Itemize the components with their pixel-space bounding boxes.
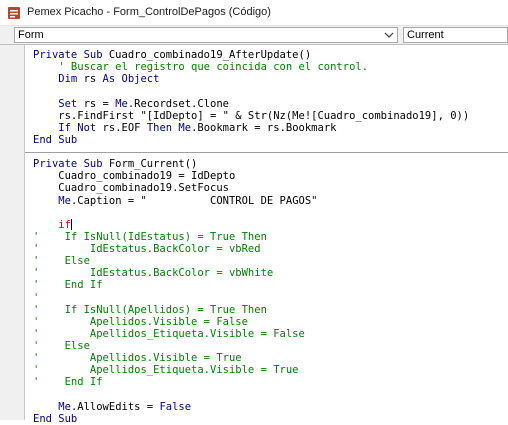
code-token: ' IdEstatus.BackColor = vbRed xyxy=(33,243,261,255)
code-line[interactable]: Cuadro_combinado19 = IdDepto xyxy=(33,170,503,182)
code-token: ' If IsNull(IdEstatus) = True Then xyxy=(33,230,267,243)
code-token: End Sub xyxy=(33,133,78,146)
code-line[interactable]: Private Sub Cuadro_combinado19_AfterUpda… xyxy=(33,49,503,61)
code-line[interactable]: Set rs = Me.Recordset.Clone xyxy=(33,98,503,110)
code-line[interactable]: End Sub xyxy=(33,413,503,425)
code-token: rs = xyxy=(83,97,116,110)
code-line[interactable]: ' Else xyxy=(33,255,503,267)
code-token: Dim xyxy=(33,73,84,86)
code-token: ' Else xyxy=(33,255,90,268)
code-line[interactable]: Me.Caption = " CONTROL DE PAGOS" xyxy=(33,195,503,207)
procedure-dropdown-value: Current xyxy=(407,29,444,41)
code-line[interactable]: ' IdEstatus.BackColor = vbRed xyxy=(33,243,503,255)
code-token: ' End If xyxy=(33,279,103,292)
code-token: Me xyxy=(33,194,71,207)
code-line[interactable]: ' Buscar el registro que coincida con el… xyxy=(33,61,503,73)
code-token: ' Apellidos.Visible = False xyxy=(33,315,248,328)
code-line[interactable]: ' End If xyxy=(33,279,503,291)
code-line[interactable]: ' If IsNull(IdEstatus) = True Then xyxy=(33,231,503,243)
code-token: ' xyxy=(33,291,40,304)
code-line[interactable] xyxy=(33,85,503,97)
code-token: Me xyxy=(33,400,71,413)
code-token: Private Sub xyxy=(33,49,109,61)
code-line[interactable] xyxy=(33,389,503,401)
code-line[interactable]: ' End If xyxy=(33,376,503,388)
code-token: Cuadro_combinado19.SetFocus xyxy=(33,182,229,195)
procedure-separator xyxy=(25,146,508,158)
code-line[interactable]: rs.FindFirst "[IdDepto] = " & Str(Nz(Me!… xyxy=(33,110,503,122)
code-token: Cuadro_combinado19_AfterUpdate() xyxy=(108,49,312,61)
code-token: End Sub xyxy=(33,412,78,425)
code-editor[interactable]: Private Sub Cuadro_combinado19_AfterUpda… xyxy=(0,45,508,425)
object-dropdown-value: Form xyxy=(18,29,44,41)
code-line[interactable]: ' xyxy=(33,292,503,304)
code-token: Me xyxy=(115,97,128,110)
code-line[interactable]: Me.AllowEdits = False xyxy=(33,401,503,413)
procedure-dropdown[interactable]: Current xyxy=(403,27,508,43)
code-token: Cuadro_combinado19 = IdDepto xyxy=(33,170,236,183)
code-toolbar: Form Current xyxy=(0,26,508,45)
code-line[interactable]: ' Apellidos.Visible = False xyxy=(33,316,503,328)
code-line[interactable]: ' Apellidos_Etiqueta.Visible = False xyxy=(33,328,503,340)
code-token: False xyxy=(159,400,192,413)
chevron-down-icon[interactable] xyxy=(384,31,394,39)
code-line[interactable]: if xyxy=(33,219,503,231)
code-token: if xyxy=(33,218,71,231)
code-token: Form_Current() xyxy=(108,158,198,171)
code-token: ' End If xyxy=(33,376,103,389)
window-title: Pemex Picacho - Form_ControlDePagos (Cód… xyxy=(27,6,271,18)
indicator-margin[interactable] xyxy=(0,45,25,420)
code-token: .Recordset.Clone xyxy=(127,97,229,110)
code-token: ' Apellidos.Visible = True xyxy=(33,352,242,365)
code-token: ' Apellidos_Etiqueta.Visible = False xyxy=(33,327,305,340)
code-line[interactable]: End Sub xyxy=(33,134,503,146)
code-token: Then Me xyxy=(146,121,192,134)
code-line[interactable]: Private Sub Form_Current() xyxy=(33,158,503,170)
code-token: If Not xyxy=(33,121,103,134)
code-token: ' IdEstatus.BackColor = vbWhite xyxy=(33,267,274,280)
code-token: rs.FindFirst "[IdDepto] = " & Str(Nz(Me!… xyxy=(33,109,470,122)
code-token: .AllowEdits = xyxy=(70,400,160,413)
title-bar: Pemex Picacho - Form_ControlDePagos (Cód… xyxy=(0,0,508,26)
code-line[interactable]: ' If IsNull(Apellidos) = True Then xyxy=(33,304,503,316)
code-line[interactable]: If Not rs.EOF Then Me.Bookmark = rs.Book… xyxy=(33,122,503,134)
code-line[interactable]: ' Else xyxy=(33,340,503,352)
code-token: rs.EOF xyxy=(102,121,147,134)
code-token: ' Apellidos_Etiqueta.Visible = True xyxy=(33,364,299,377)
code-token: Set xyxy=(33,97,84,110)
text-cursor xyxy=(70,219,72,231)
code-line[interactable]: ' Apellidos.Visible = True xyxy=(33,352,503,364)
code-line[interactable]: Dim rs As Object xyxy=(33,73,503,85)
object-dropdown[interactable]: Form xyxy=(14,27,398,43)
code-token: As Object xyxy=(102,73,160,86)
code-line[interactable]: ' Apellidos_Etiqueta.Visible = True xyxy=(33,364,503,376)
code-token: ' Else xyxy=(33,340,90,352)
code-token: .Bookmark = rs.Bookmark xyxy=(191,121,337,134)
code-line[interactable]: ' IdEstatus.BackColor = vbWhite xyxy=(33,267,503,279)
code-area[interactable]: Private Sub Cuadro_combinado19_AfterUpda… xyxy=(25,49,508,425)
code-token: rs xyxy=(83,73,103,86)
code-line[interactable]: Cuadro_combinado19.SetFocus xyxy=(33,182,503,194)
code-line[interactable] xyxy=(33,207,503,219)
vba-editor-icon xyxy=(8,7,20,19)
code-token: ' If IsNull(Apellidos) = True Then xyxy=(33,303,267,316)
code-token: Private Sub xyxy=(33,158,109,171)
code-token: .Caption = " CONTROL DE PAGOS" xyxy=(70,194,318,207)
code-token: ' Buscar el registro que coincida con el… xyxy=(33,61,369,74)
